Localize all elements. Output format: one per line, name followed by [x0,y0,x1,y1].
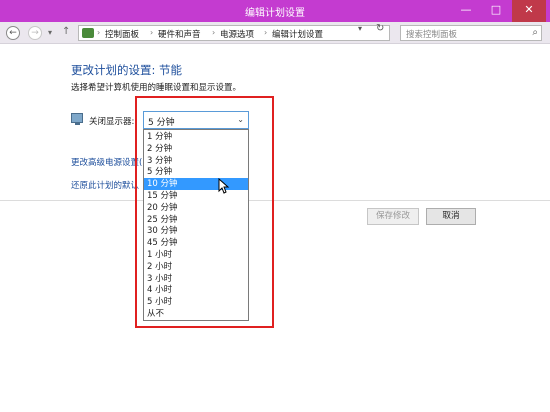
back-button[interactable]: ← [6,26,20,40]
history-dropdown-icon[interactable]: ▾ [48,28,52,37]
highlight-annotation-box [135,96,274,328]
divider [0,200,550,201]
advanced-settings-link[interactable]: 更改高级电源设置( [71,156,142,168]
title-bar: 编辑计划设置 — □ ✕ [0,0,550,22]
restore-defaults-link[interactable]: 还原此计划的默认 [71,179,139,191]
breadcrumb-edit-plan[interactable]: 编辑计划设置 [272,28,323,40]
navigation-bar: ← → ▾ ↑ › 控制面板 › 硬件和声音 › 电源选项 › 编辑计划设置 ▾… [0,22,550,44]
breadcrumb-hardware-sound[interactable]: 硬件和声音 [158,28,201,40]
display-off-label: 关闭显示器: [89,117,135,127]
breadcrumb-separator: › [212,28,216,37]
minimize-button[interactable]: — [452,0,480,22]
breadcrumb-control-panel[interactable]: 控制面板 [105,28,139,40]
breadcrumb-power-options[interactable]: 电源选项 [220,28,254,40]
cancel-button[interactable]: 取消 [426,208,476,225]
breadcrumb-separator: › [97,28,101,37]
maximize-button[interactable]: □ [482,0,510,22]
page-description: 选择希望计算机使用的睡眠设置和显示设置。 [71,83,242,93]
monitor-icon [71,113,83,125]
save-changes-button[interactable]: 保存修改 [367,208,419,225]
address-dropdown-icon[interactable]: ▾ [358,24,362,33]
refresh-icon[interactable]: ↻ [376,23,384,34]
address-bar[interactable]: › 控制面板 › 硬件和声音 › 电源选项 › 编辑计划设置 [78,25,390,41]
page-title: 更改计划的设置: 节能 [71,63,183,77]
breadcrumb-separator: › [264,28,268,37]
forward-button[interactable]: → [28,26,42,40]
search-icon[interactable]: ⌕ [532,27,538,38]
close-button[interactable]: ✕ [512,0,546,22]
up-button[interactable]: ↑ [62,26,70,37]
search-placeholder: 搜索控制面板 [406,30,458,40]
control-panel-icon [82,28,94,38]
breadcrumb-separator: › [150,28,154,37]
search-box[interactable]: 搜索控制面板 ⌕ [400,25,542,41]
